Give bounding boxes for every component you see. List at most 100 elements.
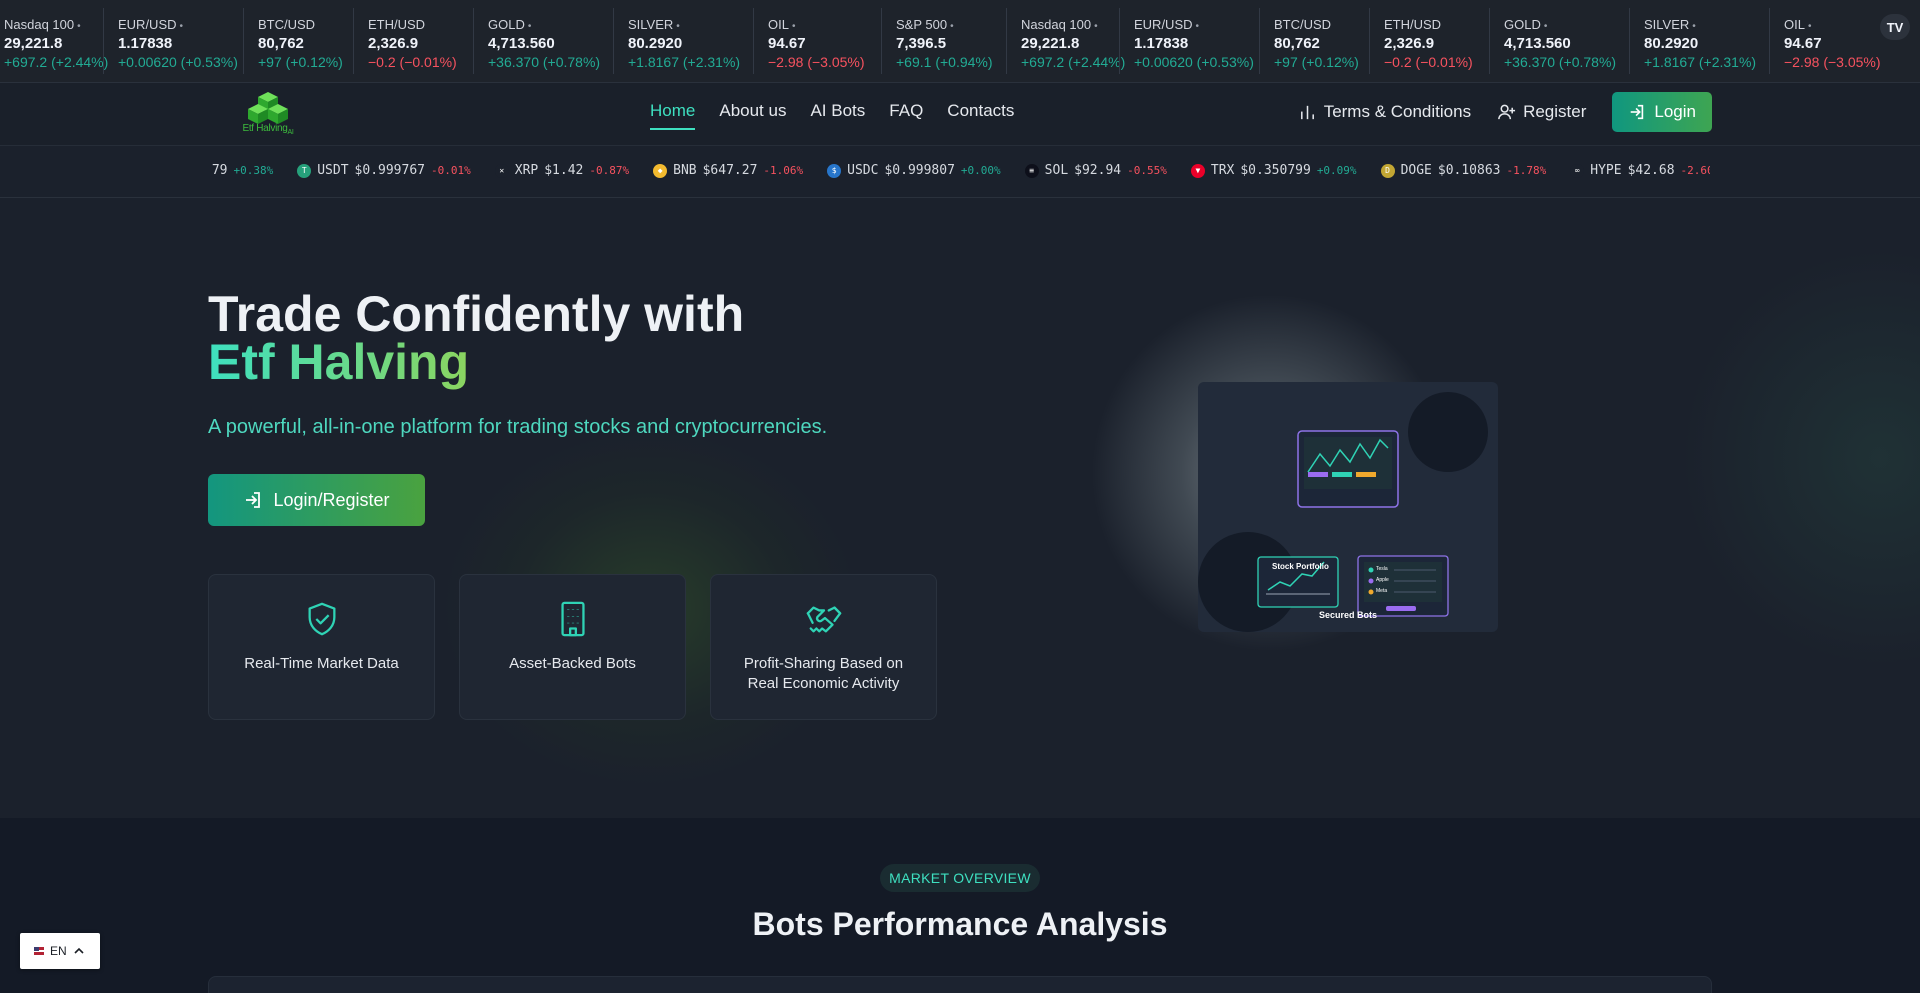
ticker-price: 7,396.5 — [896, 35, 947, 52]
crypto-item[interactable]: ∞ HYPE $42.68 -2.60% — [1570, 163, 1710, 178]
stock-portfolio-label: Stock Portfolio — [1272, 562, 1329, 571]
ticker-price: 94.67 — [1784, 35, 1822, 52]
login-button[interactable]: Login — [1612, 92, 1712, 132]
coin-change: -1.78% — [1506, 164, 1547, 177]
login-register-label: Login/Register — [273, 489, 390, 510]
ticker-item[interactable]: Nasdaq 100 • 29,221.8 +697.2 (+2.44%) — [0, 8, 109, 74]
ticker-symbol: S&P 500 • — [896, 17, 954, 32]
us-flag-icon — [34, 947, 44, 955]
user-plus-icon — [1498, 104, 1516, 119]
coin-icon: ≡ — [1024, 163, 1039, 178]
ticker-symbol: Nasdaq 100 • — [1021, 17, 1098, 32]
market-overview-section: MARKET OVERVIEW Bots Performance Analysi… — [0, 818, 1920, 993]
ticker-item[interactable]: GOLD • 4,713.560 +36.370 (+0.78%) — [473, 8, 613, 74]
hero-illustration: Stock Portfolio Tesla Apple Meta Secured… — [1198, 382, 1498, 632]
shield-check-icon — [308, 602, 335, 636]
ticker-change: +36.370 (+0.78%) — [488, 54, 601, 70]
bots-illustration-graphic — [1198, 392, 1488, 632]
market-overview-badge: MARKET OVERVIEW — [880, 864, 1040, 892]
ticker-item[interactable]: EUR/USD • 1.17838 +0.00620 (+0.53%) — [103, 8, 243, 74]
ticker-change: −2.98 (−3.05%) — [768, 54, 865, 70]
coin-price: $0.10863 — [1437, 163, 1501, 178]
ticker-change: +69.1 (+0.94%) — [896, 54, 993, 70]
ticker-symbol: EUR/USD • — [1134, 17, 1200, 32]
coin-name: DOGE — [1400, 163, 1432, 178]
coin-price: $0.999807 — [884, 163, 955, 178]
ticker-change: −0.2 (−0.01%) — [368, 54, 457, 70]
ticker-item[interactable]: EUR/USD • 1.17838 +0.00620 (+0.53%) — [1119, 8, 1259, 74]
ticker-symbol: OIL • — [768, 17, 796, 32]
ticker-price: 29,221.8 — [4, 35, 63, 52]
crypto-item[interactable]: D DOGE $0.10863 -1.78% — [1380, 163, 1547, 178]
login-register-button[interactable]: Login/Register — [208, 474, 425, 526]
ticker-symbol: SILVER • — [1644, 17, 1696, 32]
ticker-item[interactable]: BTC/USD 80,762 +97 (+0.12%) — [1259, 8, 1369, 74]
coin-price: $92.94 — [1074, 163, 1122, 178]
performance-panel — [208, 976, 1712, 993]
ticker-item[interactable]: S&P 500 • 7,396.5 +69.1 (+0.94%) — [881, 8, 1006, 74]
crypto-item[interactable]: ◆ BNB $647.27 -1.06% — [653, 163, 803, 178]
feature-cards: Real-Time Market Data Asset-Backed Bots … — [208, 574, 937, 720]
crypto-item[interactable]: ✕ XRP $1.42 -0.87% — [494, 163, 630, 178]
coin-price: $0.350799 — [1240, 163, 1311, 178]
coin-change: -0.55% — [1127, 164, 1167, 177]
ticker-price: 80.2920 — [628, 35, 683, 52]
crypto-item[interactable]: .79 +0.38% — [210, 163, 273, 178]
coin-change: +0.09% — [1316, 164, 1357, 177]
crypto-item[interactable]: ≡ SOL $92.94 -0.55% — [1024, 163, 1167, 178]
coin-icon: T — [297, 163, 312, 178]
ticker-change: +697.2 (+2.44%) — [4, 54, 109, 70]
ticker-item[interactable]: ETH/USD 2,326.9 −0.2 (−0.01%) — [353, 8, 473, 74]
crypto-ticker-viewport: .79 +0.38% T USDT $0.999767 -0.01% ✕ XRP $1.42 -0… — [210, 146, 1710, 198]
coin-price: $1.42 — [544, 163, 584, 178]
coin-change: +0.38% — [233, 164, 274, 177]
ticker-change: +1.8167 (+2.31%) — [1644, 54, 1757, 70]
site-header: Etf HalvingAI Home About us AI Bots FAQ Cont… — [0, 83, 1920, 145]
nav-link-about-us[interactable]: About us — [719, 101, 786, 130]
coin-change: -2.60% — [1680, 164, 1710, 177]
coin-name: TRX — [1210, 163, 1235, 178]
bar-chart-icon — [1300, 105, 1314, 119]
ticker-symbol: GOLD • — [488, 17, 532, 32]
login-arrow-icon — [1631, 104, 1644, 120]
ticker-item[interactable]: Nasdaq 100 • 29,221.8 +697.2 (+2.44%) — [1006, 8, 1125, 74]
ticker-symbol: ETH/USD — [1384, 17, 1442, 32]
ticker-change: +97 (+0.12%) — [1274, 54, 1359, 70]
feature-label: Asset-Backed Bots — [509, 655, 636, 672]
ticker-price: 4,713.560 — [488, 35, 555, 52]
coin-price: $42.68 — [1627, 163, 1675, 178]
coin-name: XRP — [514, 163, 539, 178]
terms-label: Terms & Conditions — [1323, 102, 1472, 121]
coin-change: +0.00% — [960, 164, 1001, 177]
ticker-symbol: Nasdaq 100 • — [4, 17, 81, 32]
nav-link-ai-bots[interactable]: AI Bots — [810, 101, 865, 130]
nav-link-contacts[interactable]: Contacts — [947, 101, 1014, 130]
building-icon — [560, 601, 585, 637]
crypto-item[interactable]: ▼ TRX $0.350799 +0.09% — [1190, 163, 1357, 178]
crypto-item[interactable]: T USDT $0.999767 -0.01% — [297, 163, 471, 178]
nav-link-faq[interactable]: FAQ — [889, 101, 923, 130]
ticker-item[interactable]: OIL • 94.67 −2.98 (−3.05%) — [753, 8, 881, 74]
ticker-item[interactable]: ETH/USD 2,326.9 −0.2 (−0.01%) — [1369, 8, 1489, 74]
nav-link-home[interactable]: Home — [650, 101, 696, 130]
register-label: Register — [1523, 102, 1587, 121]
ticker-item[interactable]: GOLD • 4,713.560 +36.370 (+0.78%) — [1489, 8, 1629, 74]
coin-icon: ∞ — [1570, 163, 1585, 178]
ticker-symbol: BTC/USD — [258, 17, 316, 32]
register-link[interactable]: Register — [1497, 102, 1586, 122]
ticker-item[interactable]: SILVER • 80.2920 +1.8167 (+2.31%) — [1629, 8, 1769, 74]
ticker-item[interactable]: BTC/USD 80,762 +97 (+0.12%) — [243, 8, 353, 74]
ticker-track: Nasdaq 100 • 29,221.8 +697.2 (+2.44%) EUR/US… — [0, 8, 1897, 74]
coin-change: -0.87% — [589, 164, 630, 177]
crypto-item[interactable]: $ USDC $0.999807 +0.00% — [827, 163, 1001, 178]
tradingview-logo-icon[interactable]: TV — [1880, 14, 1910, 40]
ticker-item[interactable]: OIL • 94.67 −2.98 (−3.05%) — [1769, 8, 1897, 74]
feature-card-asset-backed: Asset-Backed Bots — [459, 574, 686, 720]
language-selector[interactable]: EN — [20, 933, 100, 969]
teal-glow — [1680, 248, 1920, 668]
ticker-item[interactable]: SILVER • 80.2920 +1.8167 (+2.31%) — [613, 8, 753, 74]
ticker-price: 29,221.8 — [1021, 35, 1080, 52]
header-actions: Terms & Conditions Register Login — [1298, 92, 1712, 132]
crypto-ticker: .79 +0.38% T USDT $0.999767 -0.01% ✕ XRP $1.42 -0… — [0, 145, 1920, 198]
terms-link[interactable]: Terms & Conditions — [1298, 102, 1471, 122]
